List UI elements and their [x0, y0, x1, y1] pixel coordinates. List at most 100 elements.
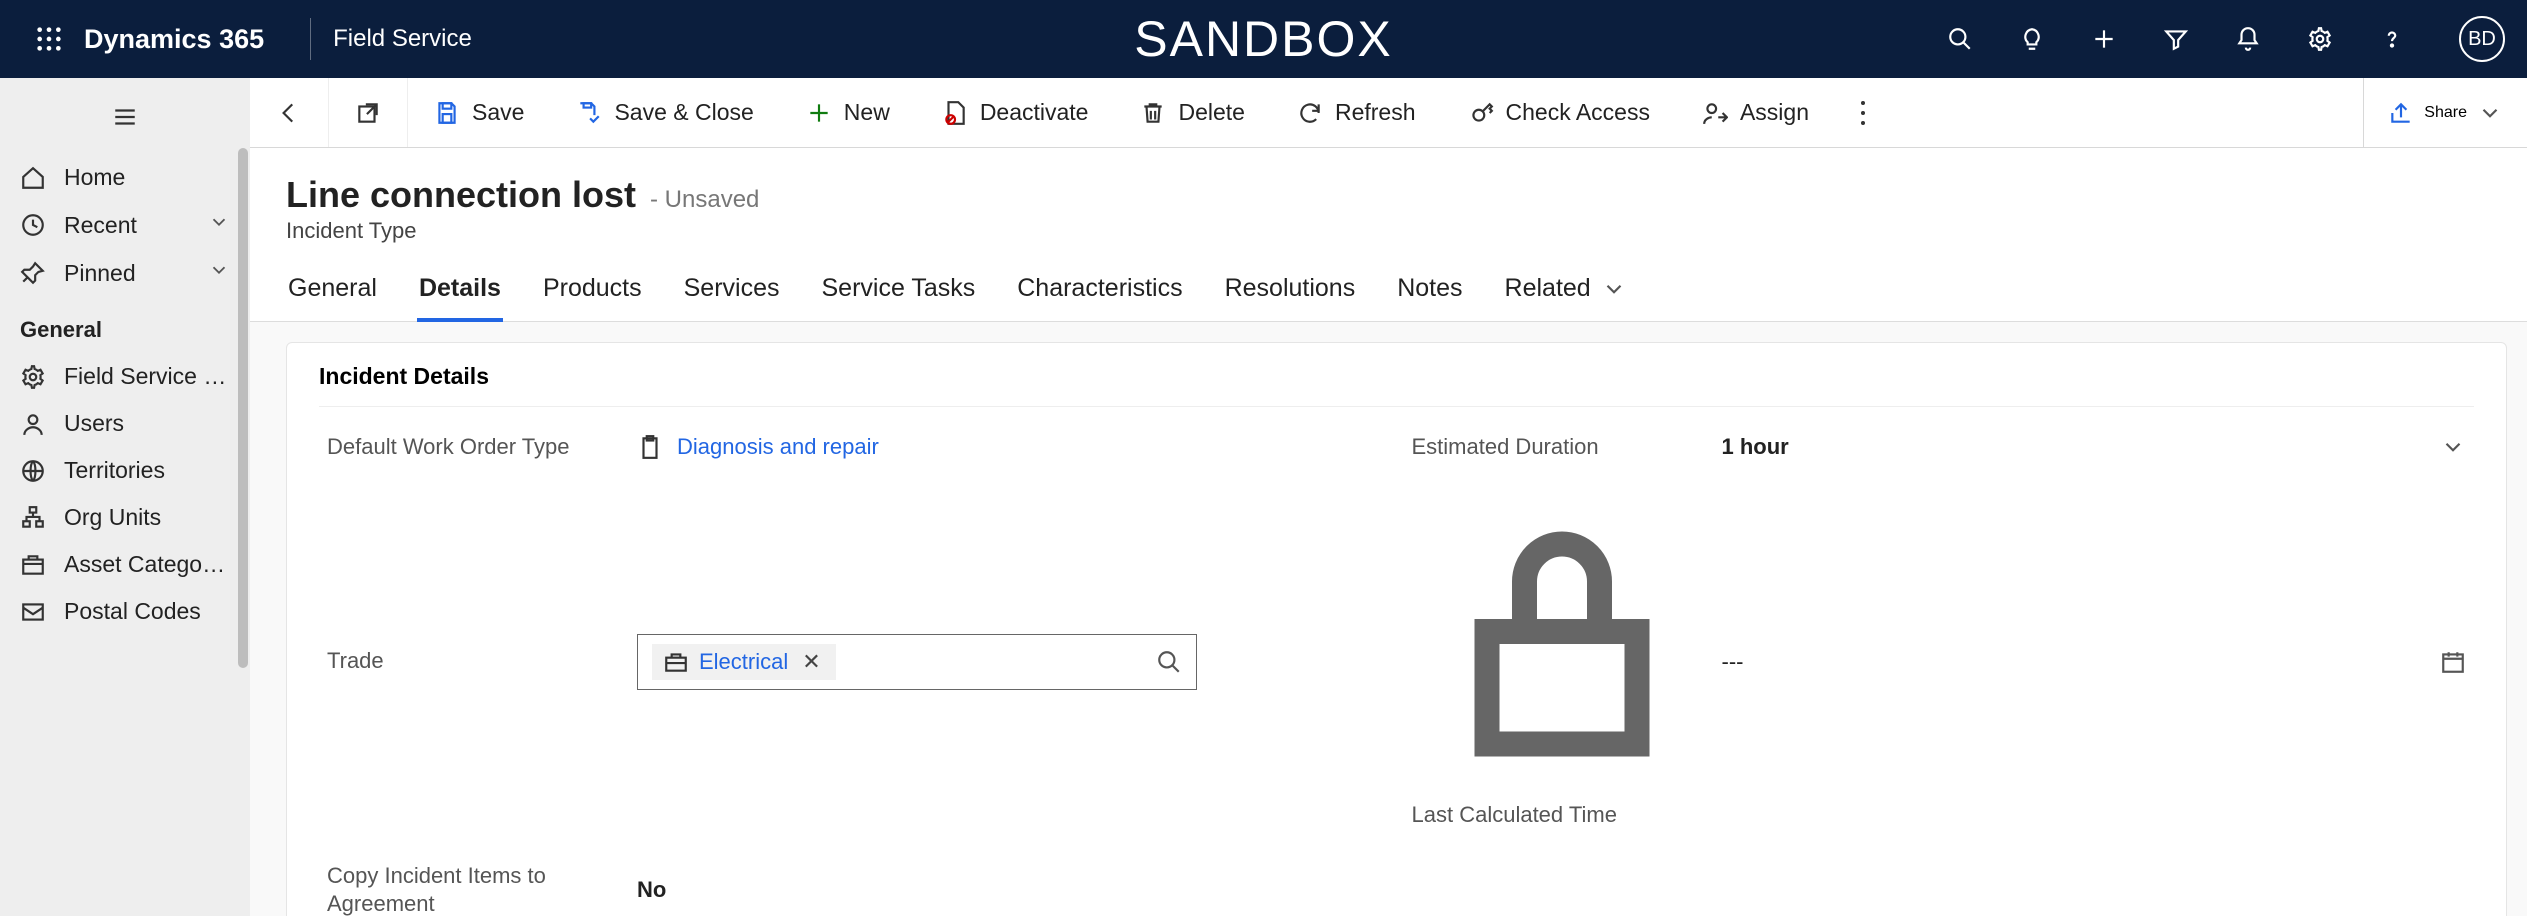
- assign-label: Assign: [1740, 99, 1809, 126]
- app-name[interactable]: Field Service: [333, 25, 472, 53]
- open-in-new-button[interactable]: [329, 78, 408, 147]
- search-icon[interactable]: [1947, 26, 1973, 52]
- refresh-button[interactable]: Refresh: [1271, 78, 1442, 147]
- field-value-lookup[interactable]: Diagnosis and repair: [637, 434, 1382, 460]
- sidebar-item-fs-settings[interactable]: Field Service Setti...: [0, 353, 250, 400]
- remove-tag-icon[interactable]: ✕: [798, 649, 824, 675]
- tab-service-tasks[interactable]: Service Tasks: [819, 268, 977, 321]
- tab-related[interactable]: Related: [1503, 268, 1629, 321]
- filter-icon[interactable]: [2163, 26, 2189, 52]
- field-label: Trade: [327, 647, 637, 676]
- hamburger-icon[interactable]: [112, 104, 138, 130]
- trade-lookup-input[interactable]: Electrical ✕: [637, 634, 1197, 690]
- sidebar-item-label: Postal Codes: [64, 598, 230, 625]
- person-icon: [20, 411, 46, 437]
- sidebar-item-label: Territories: [64, 457, 230, 484]
- tab-characteristics[interactable]: Characteristics: [1015, 268, 1184, 321]
- sidebar-item-asset-categories[interactable]: Asset Categories: [0, 541, 250, 588]
- entity-type-label: Incident Type: [286, 218, 2491, 244]
- chevron-down-icon[interactable]: [2440, 434, 2466, 460]
- sidebar-item-label: Asset Categories: [64, 551, 230, 578]
- deactivate-icon: [942, 100, 968, 126]
- sidebar-item-label: Users: [64, 410, 230, 437]
- toolbox-icon: [663, 649, 689, 675]
- field-label: Estimated Duration: [1412, 433, 1722, 462]
- field-value-duration[interactable]: 1 hour: [1722, 434, 2467, 460]
- help-icon[interactable]: [2379, 26, 2405, 52]
- sidebar-item-home[interactable]: Home: [0, 154, 250, 201]
- datetime-value: ---: [1722, 649, 1744, 675]
- trash-icon: [1140, 100, 1166, 126]
- more-commands-button[interactable]: [1835, 78, 1891, 147]
- lookup-link[interactable]: Diagnosis and repair: [677, 434, 879, 460]
- back-button[interactable]: [250, 78, 329, 147]
- sidebar-scrollbar[interactable]: [238, 148, 248, 916]
- field-last-calculated-time: Last Calculated Time ---: [1412, 494, 2467, 830]
- sidebar-item-postal-codes[interactable]: Postal Codes: [0, 588, 250, 635]
- form-tabs: General Details Products Services Servic…: [250, 244, 2527, 322]
- gear-icon[interactable]: [2307, 26, 2333, 52]
- tab-products[interactable]: Products: [541, 268, 644, 321]
- page-header: Line connection lost - Unsaved Incident …: [250, 148, 2527, 244]
- tab-notes[interactable]: Notes: [1395, 268, 1464, 321]
- save-close-button[interactable]: Save & Close: [550, 78, 779, 147]
- chevron-down-icon: [2477, 100, 2503, 126]
- gear-icon: [20, 364, 46, 390]
- tab-details[interactable]: Details: [417, 268, 503, 321]
- sidebar-item-pinned[interactable]: Pinned: [0, 249, 250, 297]
- sidebar-item-label: Field Service Setti...: [64, 363, 230, 390]
- tab-general[interactable]: General: [286, 268, 379, 321]
- chevron-down-icon: [208, 259, 230, 287]
- check-access-button[interactable]: Check Access: [1442, 78, 1676, 147]
- field-estimated-duration: Estimated Duration 1 hour: [1412, 433, 2467, 462]
- calendar-icon[interactable]: [2440, 649, 2466, 675]
- duration-value: 1 hour: [1722, 434, 1789, 460]
- tab-resolutions[interactable]: Resolutions: [1223, 268, 1358, 321]
- app-launcher-icon[interactable]: [18, 25, 80, 53]
- sidebar-group-general: General: [0, 297, 250, 353]
- globe-icon: [20, 458, 46, 484]
- tab-services[interactable]: Services: [682, 268, 782, 321]
- new-button[interactable]: New: [780, 78, 916, 147]
- lookup-tag[interactable]: Electrical ✕: [652, 644, 836, 680]
- top-icon-group: BD: [1947, 16, 2509, 62]
- save-label: Save: [472, 99, 524, 126]
- new-label: New: [844, 99, 890, 126]
- save-close-label: Save & Close: [614, 99, 753, 126]
- brand-label[interactable]: Dynamics 365: [80, 24, 288, 55]
- assign-button[interactable]: Assign: [1676, 78, 1835, 147]
- avatar[interactable]: BD: [2459, 16, 2505, 62]
- delete-label: Delete: [1178, 99, 1244, 126]
- command-bar: Save Save & Close New Deactivate Delete …: [250, 78, 2527, 148]
- field-value-bool[interactable]: No: [637, 877, 1382, 903]
- check-access-icon: [1468, 100, 1494, 126]
- chevron-down-icon: [208, 211, 230, 239]
- sidebar-item-label: Org Units: [64, 504, 230, 531]
- sidebar-item-org-units[interactable]: Org Units: [0, 494, 250, 541]
- section-heading: Incident Details: [319, 363, 2474, 407]
- lightbulb-icon[interactable]: [2019, 26, 2045, 52]
- share-icon: [2388, 100, 2414, 126]
- clock-icon: [20, 212, 46, 238]
- bell-icon[interactable]: [2235, 26, 2261, 52]
- check-access-label: Check Access: [1506, 99, 1650, 126]
- share-label: Share: [2424, 104, 2467, 122]
- deactivate-button[interactable]: Deactivate: [916, 78, 1115, 147]
- save-button[interactable]: Save: [408, 78, 550, 147]
- page-title: Line connection lost: [286, 174, 636, 216]
- field-label: Last Calculated Time: [1412, 494, 1722, 830]
- sidebar-item-users[interactable]: Users: [0, 400, 250, 447]
- postal-icon: [20, 599, 46, 625]
- sidebar-item-territories[interactable]: Territories: [0, 447, 250, 494]
- delete-button[interactable]: Delete: [1114, 78, 1270, 147]
- main-content: Line connection lost - Unsaved Incident …: [250, 148, 2527, 916]
- share-button[interactable]: Share: [2363, 78, 2527, 147]
- search-icon[interactable]: [1156, 649, 1182, 675]
- pin-icon: [20, 260, 46, 286]
- field-copy-incident-items: Copy Incident Items to Agreement No: [327, 862, 1382, 916]
- environment-label: SANDBOX: [1134, 10, 1393, 68]
- sidebar-item-label: Pinned: [64, 260, 190, 287]
- plus-icon[interactable]: [2091, 26, 2117, 52]
- sidebar-item-recent[interactable]: Recent: [0, 201, 250, 249]
- unsaved-indicator: - Unsaved: [650, 186, 759, 214]
